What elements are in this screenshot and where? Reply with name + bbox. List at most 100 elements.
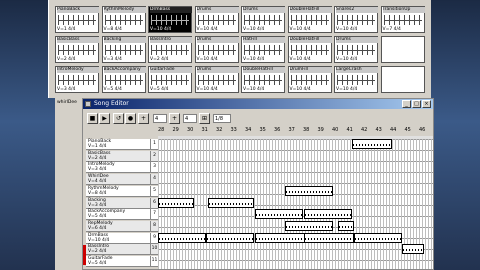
beat-field[interactable]: 4 xyxy=(183,114,197,123)
song-pattern-block[interactable] xyxy=(354,232,402,243)
ruler-tick: 34 xyxy=(245,127,252,133)
song-pattern-block[interactable] xyxy=(402,244,424,255)
maximize-icon[interactable]: □ xyxy=(412,100,421,108)
track-row[interactable]: IntroMelody V=3 4/4 3 xyxy=(86,162,158,174)
pattern-tile[interactable]: Drums V=10 4/4 xyxy=(194,66,239,93)
loop-icon[interactable]: ↺ xyxy=(113,113,124,124)
ruler-tick: 42 xyxy=(361,127,368,133)
pattern-preview xyxy=(58,15,96,25)
pattern-tile[interactable]: LargeCrash V=10 4/4 xyxy=(334,66,378,93)
play-icon[interactable]: ▶ xyxy=(99,113,110,124)
song-pattern-block[interactable] xyxy=(304,232,354,243)
track-row[interactable]: GuitarFade V=5 4/4 11 xyxy=(86,256,158,267)
ruler-tick: 32 xyxy=(216,127,223,133)
song-pattern-block[interactable] xyxy=(352,139,392,149)
pattern-tile[interactable]: GuitarFade V=5 4/4 xyxy=(148,66,192,93)
resolution-field[interactable]: 1/8 xyxy=(213,114,231,123)
pattern-tile[interactable]: BasicBass V=2 4/4 xyxy=(55,36,99,63)
pattern-info: V=10 4/4 xyxy=(243,57,265,62)
ruler-tick: 38 xyxy=(303,127,310,133)
ruler-tick: 39 xyxy=(317,127,324,133)
song-grid[interactable] xyxy=(158,139,433,269)
pattern-tile[interactable]: DoubleHatFill V=10 4/4 xyxy=(287,36,332,63)
pattern-preview xyxy=(244,45,282,55)
track-row[interactable]: DrmBass V=10 4/4 9 xyxy=(86,232,158,244)
pattern-tile[interactable]: BassIntro V=2 4/4 xyxy=(148,36,192,63)
pattern-tile[interactable]: IntroMelody V=3 4/4 xyxy=(55,66,99,93)
ruler-tick: 31 xyxy=(201,127,208,133)
pattern-preview xyxy=(151,45,189,55)
track-row[interactable]: BasicBass V=2 4/4 2 xyxy=(86,150,158,162)
bar-field[interactable]: 4 xyxy=(153,114,167,123)
song-pattern-block[interactable] xyxy=(158,232,206,243)
pattern-name: Snares2 xyxy=(336,7,378,13)
track-row[interactable]: Backing V=3 4/4 6 xyxy=(86,197,158,209)
song-pattern-block[interactable] xyxy=(255,232,305,243)
ruler-tick: 29 xyxy=(172,127,179,133)
song-pattern-block[interactable] xyxy=(158,197,194,208)
pattern-tile[interactable]: Drums V=10 4/4 xyxy=(241,6,285,33)
track-row[interactable]: RepMelody V=6 4/4 8 xyxy=(86,220,158,232)
pattern-tile[interactable] xyxy=(380,36,425,63)
record-marker xyxy=(83,245,86,265)
pattern-tile[interactable] xyxy=(380,66,425,93)
pattern-tile[interactable]: Drums V=10 4/4 xyxy=(334,36,378,63)
pattern-preview xyxy=(337,75,375,85)
zoom-in-icon[interactable]: + xyxy=(138,113,149,124)
song-pattern-block[interactable] xyxy=(338,220,354,231)
pattern-tile[interactable]: RythmMelody V=8 4/4 xyxy=(101,6,146,33)
pattern-tile[interactable]: DoubleHatFill V=10 4/4 xyxy=(287,6,332,33)
minimize-icon[interactable]: _ xyxy=(402,100,411,108)
track-row[interactable]: RythmMelody V=8 4/4 5 xyxy=(86,185,158,197)
track-row[interactable]: PianoBack V=1 4/4 1 xyxy=(86,139,158,150)
pattern-info: V=5 4/4 xyxy=(103,87,122,92)
pattern-preview xyxy=(290,15,329,25)
song-pattern-block[interactable] xyxy=(285,220,333,231)
song-pattern-block[interactable] xyxy=(208,197,254,208)
pattern-info: V=10 4/4 xyxy=(289,27,311,32)
pattern-tile[interactable]: Drums V=10 4/4 xyxy=(194,36,239,63)
pattern-preview xyxy=(197,45,236,55)
pattern-name: DrmBass xyxy=(150,7,192,13)
pattern-tile[interactable]: BackAccompany V=5 4/4 xyxy=(101,66,146,93)
track-row[interactable]: BackAccompany V=5 4/4 7 xyxy=(86,209,158,221)
add-track-icon[interactable]: + xyxy=(169,113,180,124)
pattern-tile[interactable]: Snares2 V=10 4/4 xyxy=(334,6,378,33)
track-row[interactable]: BassIntro V=2 4/4 10 xyxy=(86,244,158,256)
song-editor-titlebar: Song Editor _ □ × xyxy=(83,99,433,109)
pattern-preview xyxy=(244,15,282,25)
pattern-tile[interactable]: HatFill V=10 4/4 xyxy=(241,36,285,63)
track-number: 7 xyxy=(150,209,158,220)
left-strip: whirlDee xyxy=(55,98,82,270)
song-pattern-block[interactable] xyxy=(304,209,352,220)
track-number: 8 xyxy=(150,220,158,231)
pattern-tile[interactable]: TransitionUp V=7 4/4 xyxy=(380,6,425,33)
snap-icon[interactable]: ⊞ xyxy=(199,113,210,124)
pattern-name: Drums xyxy=(243,7,285,13)
song-pattern-block[interactable] xyxy=(285,185,333,196)
close-icon[interactable]: × xyxy=(422,100,431,108)
ruler-tick: 41 xyxy=(346,127,353,133)
pattern-name: DrumFill xyxy=(289,67,332,73)
stop-icon[interactable]: ■ xyxy=(87,113,98,124)
pattern-name: IntroMelody xyxy=(57,67,99,73)
pattern-name: LargeCrash xyxy=(336,67,378,73)
pattern-name: DoubleHatFill xyxy=(243,67,285,73)
pattern-tile[interactable]: DrmBass V=10 4/4 xyxy=(148,6,192,33)
pattern-tile[interactable]: Drums V=10 4/4 xyxy=(194,6,239,33)
pattern-name: DoubleHatFill xyxy=(289,37,332,43)
pattern-tile[interactable]: DrumFill V=10 4/4 xyxy=(287,66,332,93)
pattern-tile[interactable]: Backing V=3 4/4 xyxy=(101,36,146,63)
pattern-info: V=7 4/4 xyxy=(382,27,401,32)
track-row[interactable]: WhirlDee V=4 4/4 4 xyxy=(86,174,158,186)
pattern-info: V=3 4/4 xyxy=(103,57,122,62)
pattern-name: Backing xyxy=(103,37,146,43)
record-icon[interactable]: ● xyxy=(125,113,136,124)
pattern-tile[interactable]: DoubleHatFill V=10 4/4 xyxy=(241,66,285,93)
pattern-tile[interactable]: PianoBack V=1 4/4 xyxy=(55,6,99,33)
track-number: 9 xyxy=(150,232,158,243)
song-pattern-block[interactable] xyxy=(206,232,254,243)
timeline-ruler[interactable]: 28 29 30 31 32 33 34 35 36 37 38 39 40 41 42 43 44 45 46 xyxy=(158,126,433,136)
song-pattern-block[interactable] xyxy=(255,209,303,220)
pattern-name: GuitarFade xyxy=(150,67,192,73)
